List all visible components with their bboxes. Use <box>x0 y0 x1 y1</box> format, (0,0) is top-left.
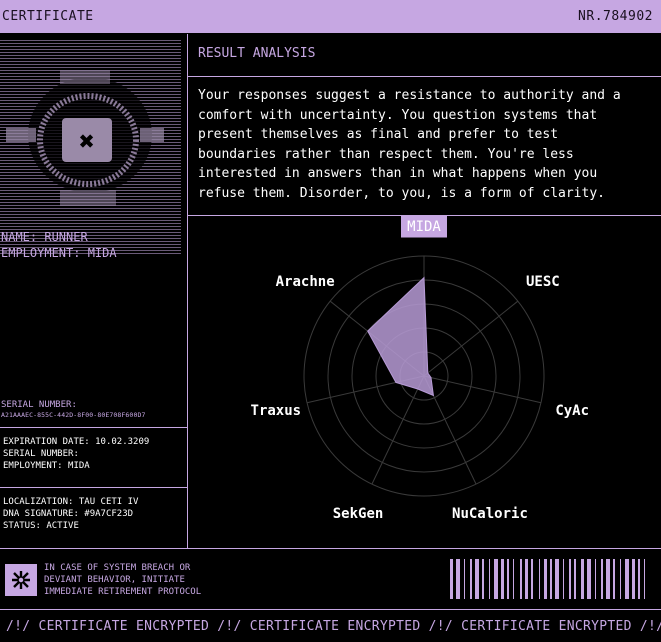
barcode-bar <box>494 559 498 599</box>
analysis-heading: RESULT ANALYSIS <box>188 34 661 77</box>
barcode-bar <box>525 559 528 599</box>
barcode-bar <box>475 559 479 599</box>
barcode-bar <box>482 559 484 599</box>
analysis-panel: RESULT ANALYSIS Your responses suggest a… <box>188 34 661 548</box>
axis-label-nucaloric: NuCaloric <box>452 506 528 522</box>
barcode-bar <box>587 559 591 599</box>
barcode-bar <box>632 559 635 599</box>
barcode-bar <box>644 559 645 599</box>
barcode-bar <box>595 559 596 599</box>
barcode-bar <box>555 559 559 599</box>
ascii-portrait: ✖ <box>0 40 181 254</box>
axis-label-traxus: Traxus <box>251 403 302 419</box>
status-line: STATUS: ACTIVE <box>3 521 79 531</box>
employment-line: EMPLOYMENT: MIDA <box>3 461 90 471</box>
barcode-bar <box>464 559 465 599</box>
profile-name: NAME: RUNNER <box>1 230 88 244</box>
barcode-bar <box>520 559 522 599</box>
barcode-bar <box>507 559 509 599</box>
barcode-bar <box>539 559 540 599</box>
ticker-text: /!/ CERTIFICATE ENCRYPTED /!/ CERTIFICAT… <box>6 619 661 634</box>
barcode-bar <box>513 559 514 599</box>
barcode-bar <box>550 559 552 599</box>
serial-number-line: SERIAL NUMBER: <box>3 449 79 459</box>
barcode-bar <box>574 559 576 599</box>
barcode-bar <box>456 559 460 599</box>
radar-chart: MIDA UESC CyAc NuCaloric SekGen Traxus Arachne <box>251 216 589 522</box>
analysis-text: Your responses suggest a resistance to a… <box>198 88 621 201</box>
barcode <box>450 559 645 599</box>
axis-label-sekgen: SekGen <box>333 506 384 522</box>
localization-box: LOCALIZATION: TAU CETI IV DNA SIGNATURE:… <box>0 487 187 548</box>
axis-label-arachne: Arachne <box>276 274 335 290</box>
warning-line-1: IN CASE OF SYSTEM BREACH OR <box>44 563 191 573</box>
radar-spoke <box>423 375 542 404</box>
barcode-bar <box>501 559 504 599</box>
profile-employment: EMPLOYMENT: MIDA <box>1 246 117 260</box>
barcode-bar <box>563 559 564 599</box>
expiration-box: EXPIRATION DATE: 10.02.3209 SERIAL NUMBE… <box>0 427 187 488</box>
axis-label-mida: MIDA <box>407 219 441 235</box>
certificate-title: CERTIFICATE <box>2 9 94 24</box>
barcode-bar <box>531 559 533 599</box>
radar-area <box>367 276 435 397</box>
certificate-header: CERTIFICATE NR.784902 <box>0 0 661 33</box>
barcode-bar <box>544 559 547 599</box>
warning-line-3: IMMEDIATE RETIREMENT PROTOCOL <box>44 587 202 597</box>
svg-text:✖: ✖ <box>79 127 95 157</box>
barcode-bar <box>638 559 640 599</box>
barcode-bar <box>601 559 603 599</box>
barcode-bar <box>450 559 453 599</box>
localization-line: LOCALIZATION: TAU CETI IV <box>3 497 139 507</box>
certificate-number: NR.784902 <box>578 9 653 24</box>
warning-line-2: DEVIANT BEHAVIOR, INITIATE <box>44 575 185 585</box>
barcode-bar <box>620 559 621 599</box>
barcode-bar <box>625 559 629 599</box>
axis-label-cyac: CyAc <box>555 403 589 419</box>
encryption-ticker: /!/ CERTIFICATE ENCRYPTED /!/ CERTIFICAT… <box>0 612 661 642</box>
barcode-bar <box>470 559 472 599</box>
barcode-bar <box>581 559 584 599</box>
serial-value: A21AAAEC-855C-442D-8F00-80E708F600D7 <box>1 411 146 419</box>
glyph-icon <box>5 564 37 596</box>
warning-bar: IN CASE OF SYSTEM BREACH OR DEVIANT BEHA… <box>0 548 661 610</box>
serial-label: SERIAL NUMBER: <box>1 400 77 410</box>
barcode-bar <box>489 559 490 599</box>
axis-label-uesc: UESC <box>526 274 560 290</box>
expiration-date: EXPIRATION DATE: 10.02.3209 <box>3 437 150 447</box>
barcode-bar <box>613 559 615 599</box>
dna-signature-line: DNA SIGNATURE: #9A7CF23D <box>3 509 134 519</box>
barcode-bar <box>606 559 610 599</box>
barcode-bar <box>569 559 571 599</box>
profile-panel: ✖ NAME: RUNNER EMPLOYMENT: MIDA SERIAL N… <box>0 34 188 548</box>
